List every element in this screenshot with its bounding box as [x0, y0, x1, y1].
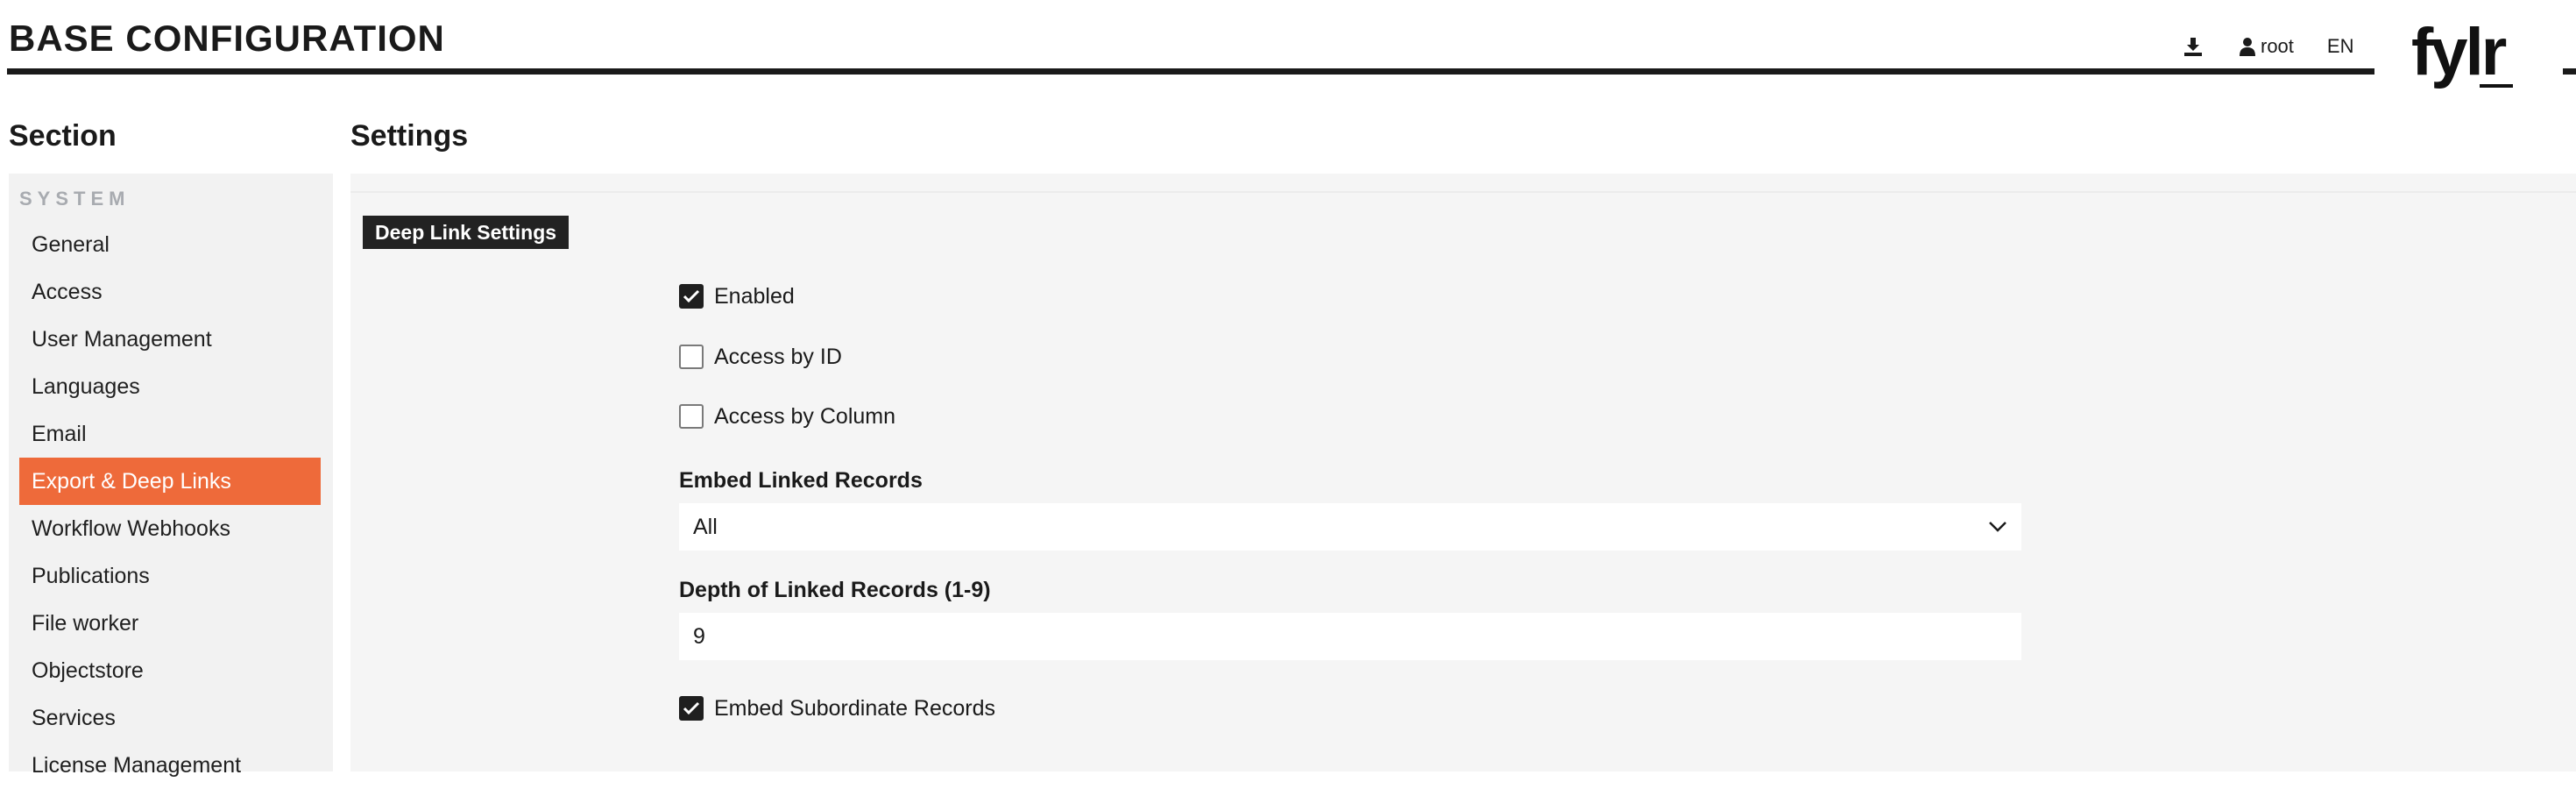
- embed-linked-records-select[interactable]: All: [679, 503, 2021, 551]
- section-heading: Section: [9, 119, 117, 153]
- sidebar-item-workflow-webhooks[interactable]: Workflow Webhooks: [19, 505, 321, 552]
- settings-heading: Settings: [350, 119, 469, 153]
- embed-subordinate-checkbox[interactable]: [679, 696, 704, 721]
- sidebar-item-email[interactable]: Email: [19, 410, 321, 458]
- language-switch[interactable]: EN: [2327, 35, 2354, 58]
- enabled-label: Enabled: [714, 283, 795, 309]
- depth-linked-records-input[interactable]: [679, 613, 2021, 660]
- app-header: BASE CONFIGURATION root EN fylr: [0, 0, 2576, 88]
- header-tools: root EN: [2180, 32, 2353, 61]
- sidebar-item-general[interactable]: General: [19, 221, 321, 268]
- settings-panel: Deep Link Settings Enabled Access by ID …: [350, 174, 2576, 771]
- access-by-column-label: Access by Column: [714, 403, 896, 429]
- enabled-checkbox[interactable]: [679, 284, 704, 309]
- user-menu[interactable]: root: [2240, 35, 2294, 58]
- panel-divider: [350, 191, 2576, 193]
- embed-subordinate-label: Embed Subordinate Records: [714, 695, 996, 721]
- sidebar-item-file-worker[interactable]: File worker: [19, 600, 321, 647]
- download-button[interactable]: [2180, 33, 2206, 60]
- user-name: root: [2261, 35, 2294, 57]
- access-by-column-checkbox[interactable]: [679, 404, 704, 429]
- sidebar-group-system: SYSTEM: [19, 188, 131, 210]
- sidebar-item-user-management[interactable]: User Management: [19, 316, 321, 363]
- sidebar-item-license-management[interactable]: License Management: [19, 742, 321, 789]
- sidebar-item-export-deep-links[interactable]: Export & Deep Links: [19, 458, 321, 505]
- sidebar-item-services[interactable]: Services: [19, 694, 321, 742]
- deep-link-settings-label: Deep Link Settings: [363, 216, 570, 249]
- access-by-id-checkbox-row[interactable]: Access by ID: [679, 343, 842, 371]
- embed-linked-records-value: All: [693, 514, 718, 539]
- page-title: BASE CONFIGURATION: [9, 18, 445, 59]
- fylr-logo: fylr: [2411, 15, 2507, 89]
- chevron-down-icon: [1989, 522, 2006, 532]
- header-divider-right: [2563, 68, 2576, 75]
- header-divider: [7, 68, 2374, 75]
- embed-subordinate-checkbox-row[interactable]: Embed Subordinate Records: [679, 694, 995, 722]
- access-by-id-label: Access by ID: [714, 344, 842, 369]
- download-icon: [2184, 38, 2202, 56]
- logo-underline: [2480, 84, 2513, 88]
- sidebar-item-access[interactable]: Access: [19, 268, 321, 316]
- depth-linked-records-label: Depth of Linked Records (1-9): [679, 578, 991, 602]
- sidebar-item-objectstore[interactable]: Objectstore: [19, 647, 321, 694]
- enabled-checkbox-row[interactable]: Enabled: [679, 282, 795, 310]
- access-by-id-checkbox[interactable]: [679, 345, 704, 369]
- checkmark-icon: [683, 289, 700, 303]
- user-icon: [2240, 38, 2255, 56]
- sidebar-list: General Access User Management Languages…: [19, 221, 321, 789]
- sidebar-item-publications[interactable]: Publications: [19, 552, 321, 600]
- checkmark-icon: [683, 701, 700, 715]
- embed-linked-records-label: Embed Linked Records: [679, 468, 923, 493]
- access-by-column-checkbox-row[interactable]: Access by Column: [679, 402, 895, 430]
- section-sidebar: SYSTEM General Access User Management La…: [9, 174, 333, 778]
- sidebar-item-languages[interactable]: Languages: [19, 363, 321, 410]
